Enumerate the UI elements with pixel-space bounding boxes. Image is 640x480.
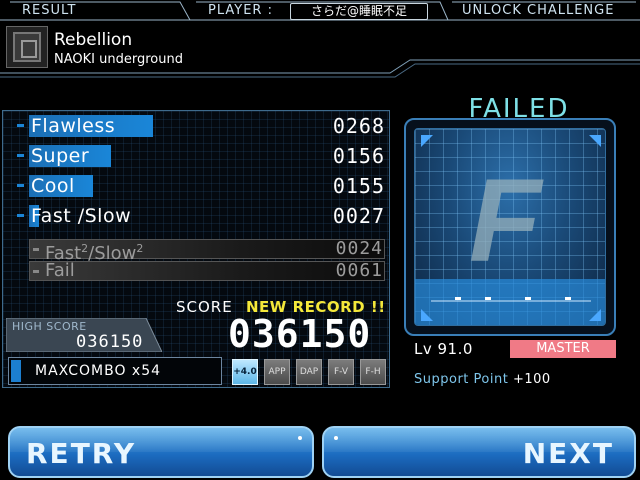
maxcombo-text: MAXCOMBO x54 [35, 363, 162, 379]
retry-button[interactable]: RETRY [8, 426, 314, 478]
next-label: NEXT [522, 437, 614, 470]
option-f-h: F-H [360, 359, 386, 385]
difficulty-badge: MASTER [510, 340, 616, 358]
maxcombo-box: MAXCOMBO x54 [8, 357, 222, 385]
row-bullet [17, 154, 24, 157]
maxcombo-stripe [11, 360, 21, 382]
judgment-row-cool: Cool 0155 [15, 173, 385, 197]
judgment-value: 0155 [332, 174, 385, 198]
grade-box: F [404, 118, 616, 336]
button-sparkle-icon [334, 436, 338, 440]
button-sparkle-icon [298, 436, 302, 440]
support-point-value: +100 [512, 372, 551, 387]
high-score-value: 036150 [76, 332, 144, 352]
judgment-row-super: Super 0156 [15, 143, 385, 167]
high-score-box: HIGH SCORE 036150 [6, 318, 162, 352]
level-display: Lv 91.0 [414, 340, 473, 358]
score-label: SCORE [176, 298, 233, 316]
next-button[interactable]: NEXT [322, 426, 636, 478]
sub-label: Fail [45, 260, 75, 281]
support-point: Support Point +100 [414, 372, 551, 387]
judgment-label: Cool [31, 175, 75, 197]
sub-row-bar [29, 261, 385, 281]
row-bullet [17, 214, 24, 217]
judgment-label: Fast /Slow [31, 205, 132, 227]
row-bullet [17, 124, 24, 127]
retry-label: RETRY [26, 437, 137, 470]
sub-value: 0024 [335, 238, 383, 259]
row-dash [33, 270, 39, 273]
judgment-label: Super [31, 145, 90, 167]
sub-row-fast2-slow2: Fast2/Slow2 0024 [29, 238, 385, 264]
superscript: 2 [136, 242, 144, 255]
grade-corner-marks [421, 135, 601, 321]
row-bullet [17, 184, 24, 187]
score-value: 036150 [228, 312, 372, 356]
judgment-value: 0156 [332, 144, 385, 168]
judgment-row-fast-slow: Fast /Slow 0027 [15, 203, 385, 227]
option-speed: +4.0 [232, 359, 258, 385]
option-dap: DAP [296, 359, 322, 385]
row-dash [33, 248, 39, 251]
option-f-v: F-V [328, 359, 354, 385]
sub-value: 0061 [335, 260, 383, 281]
support-point-label: Support Point [414, 372, 509, 387]
judgment-row-flawless: Flawless 0268 [15, 113, 385, 137]
judgment-value: 0268 [332, 114, 385, 138]
grade-display: F [414, 128, 606, 326]
option-app: APP [264, 359, 290, 385]
sub-row-fail: Fail 0061 [29, 261, 385, 283]
judgment-value: 0027 [332, 204, 385, 228]
judgment-label: Flawless [31, 115, 116, 137]
